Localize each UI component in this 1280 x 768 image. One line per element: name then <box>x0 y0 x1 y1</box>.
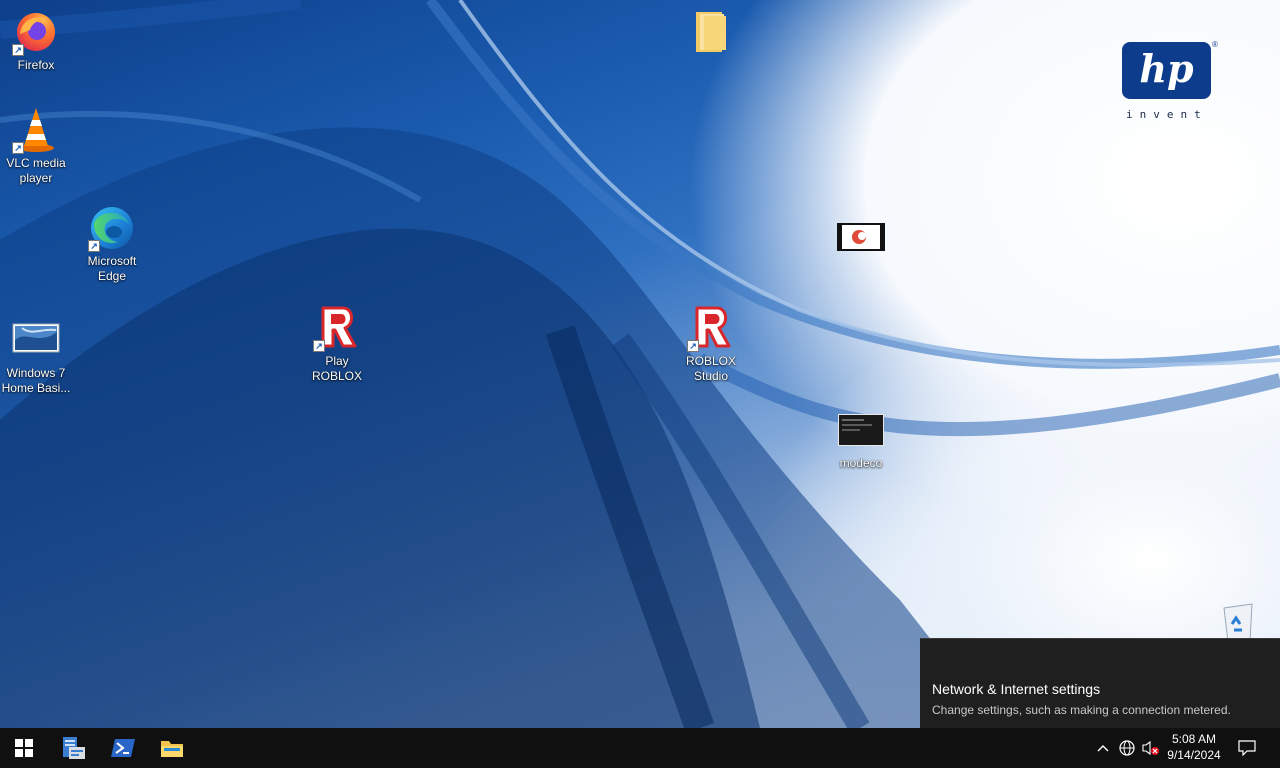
globe-network-icon <box>1119 740 1135 756</box>
wallpaper-swirl <box>0 0 1280 728</box>
clock-time: 5:08 AM <box>1171 732 1217 746</box>
desktop-icon-vlc[interactable]: ↗ VLC media player <box>0 106 74 186</box>
image-file-thumbnail-icon <box>837 214 885 262</box>
clock-date: 9/14/2024 <box>1167 748 1221 762</box>
folder-icon <box>688 6 736 54</box>
shortcut-arrow-icon: ↗ <box>88 240 100 252</box>
notification-title: Network & Internet settings <box>932 681 1101 697</box>
desktop-icon-firefox[interactable]: ↗ Firefox <box>0 8 74 73</box>
network-tray-button[interactable] <box>1116 728 1138 768</box>
hp-invent-logo: hp ® invent <box>1122 40 1222 124</box>
system-clock[interactable]: 5:08 AM 9/14/2024 <box>1160 731 1228 763</box>
roblox-studio-icon: ↗ <box>687 304 735 352</box>
volume-tray-button[interactable] <box>1140 728 1162 768</box>
file-explorer-icon <box>161 741 183 757</box>
speaker-muted-icon <box>1142 740 1159 756</box>
network-settings-notification[interactable]: Network & Internet settings Change setti… <box>920 638 1280 728</box>
desktop-icon-label-line1: Microsoft <box>87 254 137 268</box>
powershell-taskbar-button[interactable] <box>99 728 147 768</box>
action-center-icon <box>1238 740 1256 756</box>
image-thumbnail-icon <box>12 316 60 364</box>
taskbar: 5:08 AM 9/14/2024 <box>0 728 1280 768</box>
desktop-icon-label-line2: Home Basi... <box>1 381 71 395</box>
powershell-icon <box>111 739 135 757</box>
desktop-icon-play-roblox[interactable]: ↗ Play ROBLOX <box>299 304 375 384</box>
action-center-button[interactable] <box>1234 728 1260 768</box>
desktop-icon-label: Firefox <box>17 58 55 72</box>
desktop-icon-folder[interactable] <box>674 6 750 56</box>
desktop-icon-label-line1: Windows 7 <box>6 366 66 380</box>
desktop-icon-label-line2: Studio <box>693 369 729 383</box>
desktop-icon-label-line1: ROBLOX <box>685 354 736 368</box>
desktop-icon-label-line2: Edge <box>97 269 127 283</box>
roblox-logo-icon: ↗ <box>313 304 361 352</box>
file-explorer-taskbar-button[interactable] <box>148 728 196 768</box>
terminal-thumbnail-icon <box>837 406 885 454</box>
hp-tagline: invent <box>1126 108 1208 121</box>
desktop-icon-edge[interactable]: ↗ Microsoft Edge <box>74 204 150 284</box>
desktop[interactable]: hp ® invent ↗ Firefox ↗ VLC media player… <box>0 0 1280 728</box>
firefox-icon: ↗ <box>12 8 60 56</box>
desktop-icon-label-line1: VLC media <box>6 156 66 170</box>
shortcut-arrow-icon: ↗ <box>12 142 24 154</box>
desktop-icon-label: modeco <box>839 456 883 470</box>
start-button[interactable] <box>0 728 48 768</box>
notification-subtitle: Change settings, such as making a connec… <box>932 703 1231 717</box>
edge-icon: ↗ <box>88 204 136 252</box>
desktop-icon-image-file[interactable] <box>823 214 899 264</box>
shortcut-arrow-icon: ↗ <box>12 44 24 56</box>
desktop-icon-label: Play ROBLOX <box>311 354 362 383</box>
desktop-icon-modeco[interactable]: modeco <box>823 406 899 471</box>
hp-logo-badge: hp <box>1122 42 1211 99</box>
hp-registered-mark: ® <box>1212 40 1218 49</box>
show-hidden-icons-button[interactable] <box>1092 728 1114 768</box>
vlc-cone-icon: ↗ <box>12 106 60 154</box>
start-icon <box>15 739 33 757</box>
shortcut-arrow-icon: ↗ <box>687 340 699 352</box>
chevron-up-icon <box>1097 745 1109 752</box>
desktop-icon-label-line2: player <box>19 171 53 185</box>
desktop-icon-roblox-studio[interactable]: ↗ ROBLOX Studio <box>673 304 749 384</box>
shortcut-arrow-icon: ↗ <box>313 340 325 352</box>
server-manager-taskbar-button[interactable] <box>50 728 98 768</box>
server-manager-icon <box>63 737 85 759</box>
desktop-icon-windows7[interactable]: Windows 7 Home Basi... <box>0 316 74 396</box>
